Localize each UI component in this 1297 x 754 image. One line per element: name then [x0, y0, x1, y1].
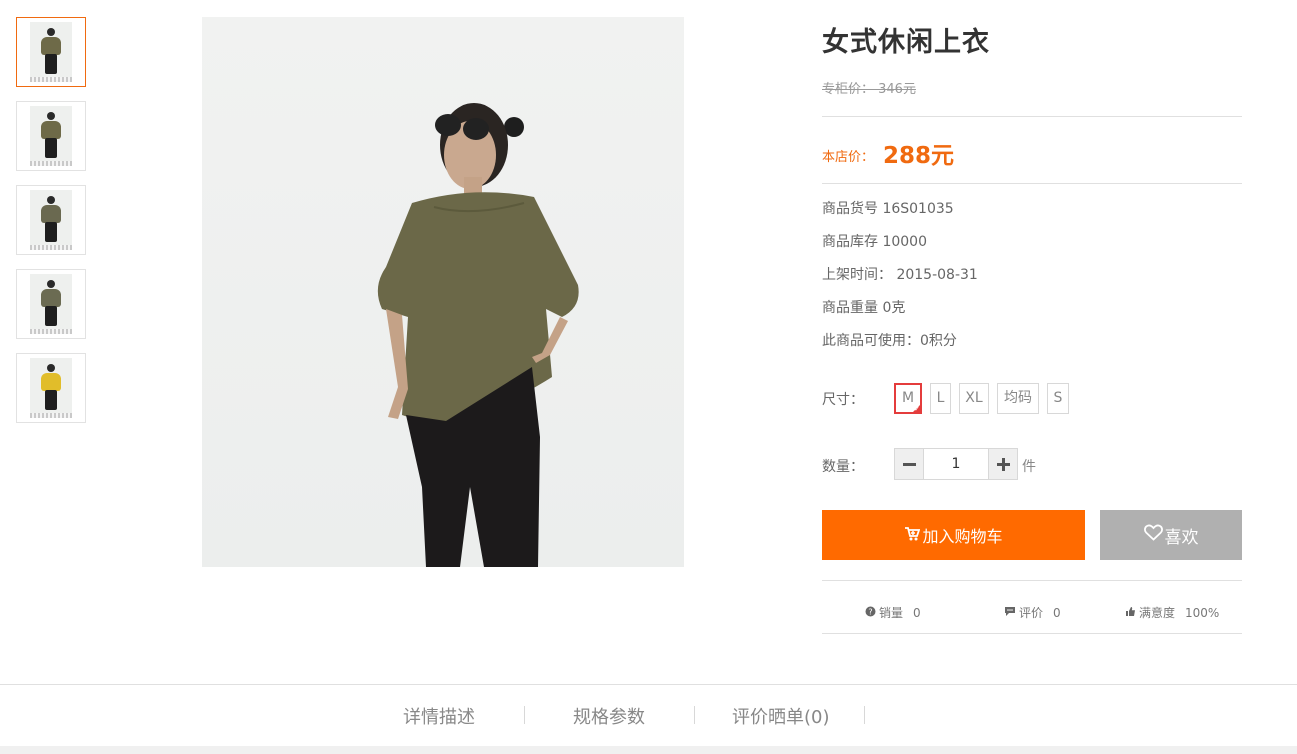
quantity-label: 数量： [822, 459, 864, 475]
tab-specs[interactable]: 规格参数 [573, 703, 645, 729]
satisfaction-value: 100% [1185, 605, 1220, 620]
satisfaction-label: 满意度 [1139, 606, 1176, 620]
product-stats: ? 销量 0 评价 0 满意度 100% [822, 600, 1242, 624]
thumbnail-image [30, 190, 72, 250]
tab-reviews[interactable]: 评价晒单(0) [732, 703, 830, 729]
thumbnail-list [16, 17, 86, 437]
tab-separator [694, 706, 695, 724]
size-option-m[interactable]: M ✓ [894, 383, 922, 414]
divider [822, 183, 1242, 184]
thumbnail-3[interactable] [16, 185, 86, 255]
tab-separator [864, 706, 865, 724]
thumbnail-image [30, 22, 72, 82]
divider [822, 580, 1242, 581]
thumbnail-5[interactable] [16, 353, 86, 423]
thumbnail-image [30, 274, 72, 334]
reviews-label: 评价 [1019, 606, 1044, 620]
quantity-input[interactable] [924, 448, 988, 480]
product-points: 此商品可使用：0积分 [822, 333, 957, 349]
size-option-label: L [936, 390, 945, 406]
heart-icon [1143, 524, 1163, 546]
size-option-xl[interactable]: XL [959, 383, 989, 414]
sales-label: 销量 [879, 606, 904, 620]
comment-icon [1004, 606, 1016, 620]
sales-icon: ? [865, 606, 876, 620]
add-to-cart-button[interactable]: 加入购物车 [822, 510, 1085, 560]
original-price: 专柜价： 346元 [822, 82, 916, 97]
quantity-increase-button[interactable] [988, 448, 1018, 480]
product-sku: 商品货号 16S01035 [822, 201, 954, 217]
thumbs-up-icon [1125, 606, 1136, 620]
size-option-l[interactable]: L [930, 383, 951, 414]
size-option-onesize[interactable]: 均码 [997, 383, 1039, 414]
like-button[interactable]: 喜欢 [1100, 510, 1242, 560]
satisfaction-stat: 满意度 100% [1125, 604, 1219, 621]
size-label: 尺寸： [822, 392, 864, 408]
detail-tab-bar: 详情描述 规格参数 评价晒单(0) [0, 684, 1297, 746]
thumbnail-1[interactable] [16, 17, 86, 87]
size-option-label: S [1053, 390, 1063, 406]
quantity-unit: 件 [1022, 459, 1036, 475]
size-option-label: 均码 [1004, 390, 1032, 406]
reviews-stat: 评价 0 [1004, 604, 1061, 621]
thumbnail-image [30, 358, 72, 418]
product-stock: 商品库存 10000 [822, 234, 927, 250]
like-label: 喜欢 [1164, 527, 1199, 548]
size-option-label: XL [965, 390, 983, 406]
quantity-decrease-button[interactable] [894, 448, 924, 480]
divider [822, 116, 1242, 117]
shop-price-label: 本店价： [822, 150, 875, 165]
tab-details[interactable]: 详情描述 [403, 703, 475, 729]
size-option-s[interactable]: S [1047, 383, 1069, 414]
thumbnail-4[interactable] [16, 269, 86, 339]
tab-separator [524, 706, 525, 724]
svg-text:?: ? [868, 607, 872, 616]
product-listed-date: 上架时间： 2015-08-31 [822, 267, 978, 283]
divider [822, 633, 1242, 634]
check-icon: ✓ [914, 405, 920, 413]
cart-icon [904, 526, 921, 545]
product-weight: 商品重量 0克 [822, 300, 906, 316]
thumbnail-image [30, 106, 72, 166]
reviews-value: 0 [1053, 605, 1061, 620]
main-product-image [202, 17, 684, 567]
thumbnail-2[interactable] [16, 101, 86, 171]
content-preview-strip [0, 746, 1297, 754]
add-to-cart-label: 加入购物车 [922, 527, 1003, 546]
shop-price: 288元 [883, 143, 955, 169]
product-title: 女式休闲上衣 [822, 27, 990, 58]
sales-stat: ? 销量 0 [865, 604, 921, 621]
sales-value: 0 [913, 605, 921, 620]
